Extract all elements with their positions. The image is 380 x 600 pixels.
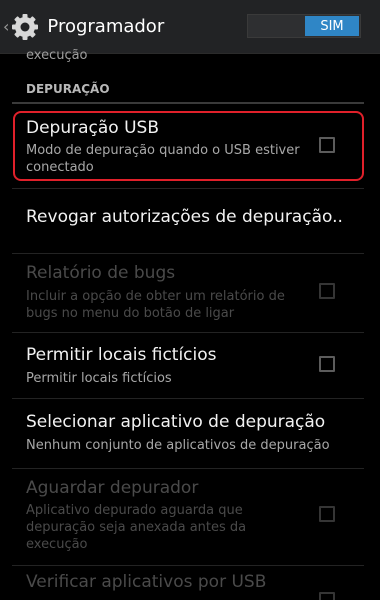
pref-summary: Permitir locais fictícios — [26, 371, 172, 386]
pref-summary: Incluir a opção de obter um relatório de… — [26, 289, 285, 321]
pref-revoke-authorizations[interactable]: Revogar autorizações de depuração.. — [0, 189, 380, 253]
developer-options-toggle[interactable]: SIM — [247, 14, 361, 38]
pref-select-debug-app[interactable]: Selecionar aplicativo de depuração Nenhu… — [0, 399, 380, 468]
toggle-on-label: SIM — [305, 16, 359, 36]
mock-locations-checkbox[interactable] — [319, 356, 335, 372]
pref-bug-report[interactable]: Relatório de bugs Incluir a opção de obt… — [0, 254, 380, 332]
up-navigation[interactable]: ‹ Programador — [0, 0, 164, 54]
pref-mock-locations[interactable]: Permitir locais fictícios Permitir locai… — [0, 333, 380, 398]
pref-title: Relatório de bugs — [26, 263, 176, 283]
developer-options-screen: ‹ Programador SIM execução DEPURAÇÃO Dep… — [0, 0, 380, 600]
pref-wait-for-debugger[interactable]: Aguardar depurador Aplicativo depurado a… — [0, 469, 380, 565]
verify-apps-checkbox[interactable] — [319, 592, 335, 600]
page-title: Programador — [47, 16, 165, 37]
usb-debugging-checkbox[interactable] — [319, 137, 335, 153]
pref-title: Permitir locais fictícios — [26, 345, 217, 365]
section-divider — [12, 102, 364, 104]
pref-verify-apps-usb[interactable]: Verificar aplicativos por USB — [0, 566, 380, 600]
section-header: DEPURAÇÃO — [26, 82, 110, 96]
wait-for-debugger-checkbox[interactable] — [319, 506, 335, 522]
bug-report-checkbox[interactable] — [319, 283, 335, 299]
pref-title: Revogar autorizações de depuração.. — [26, 207, 343, 227]
pref-title: Aguardar depurador — [26, 478, 199, 498]
pref-summary: Aplicativo depurado aguarda que depuraçã… — [26, 503, 247, 552]
pref-summary: Nenhum conjunto de aplicativos de depura… — [26, 438, 330, 453]
chevron-left-icon[interactable]: ‹ — [3, 18, 9, 35]
pref-title: Depuração USB — [26, 118, 159, 138]
action-bar: ‹ Programador SIM — [0, 0, 380, 54]
pref-title: Selecionar aplicativo de depuração — [26, 412, 326, 432]
pref-summary: Modo de depuração quando o USB estiver c… — [26, 143, 300, 175]
gear-icon[interactable] — [10, 12, 40, 42]
pref-usb-debugging[interactable]: Depuração USB Modo de depuração quando o… — [0, 106, 380, 188]
pref-title: Verificar aplicativos por USB — [26, 572, 267, 592]
previous-item-summary: execução — [26, 48, 88, 63]
